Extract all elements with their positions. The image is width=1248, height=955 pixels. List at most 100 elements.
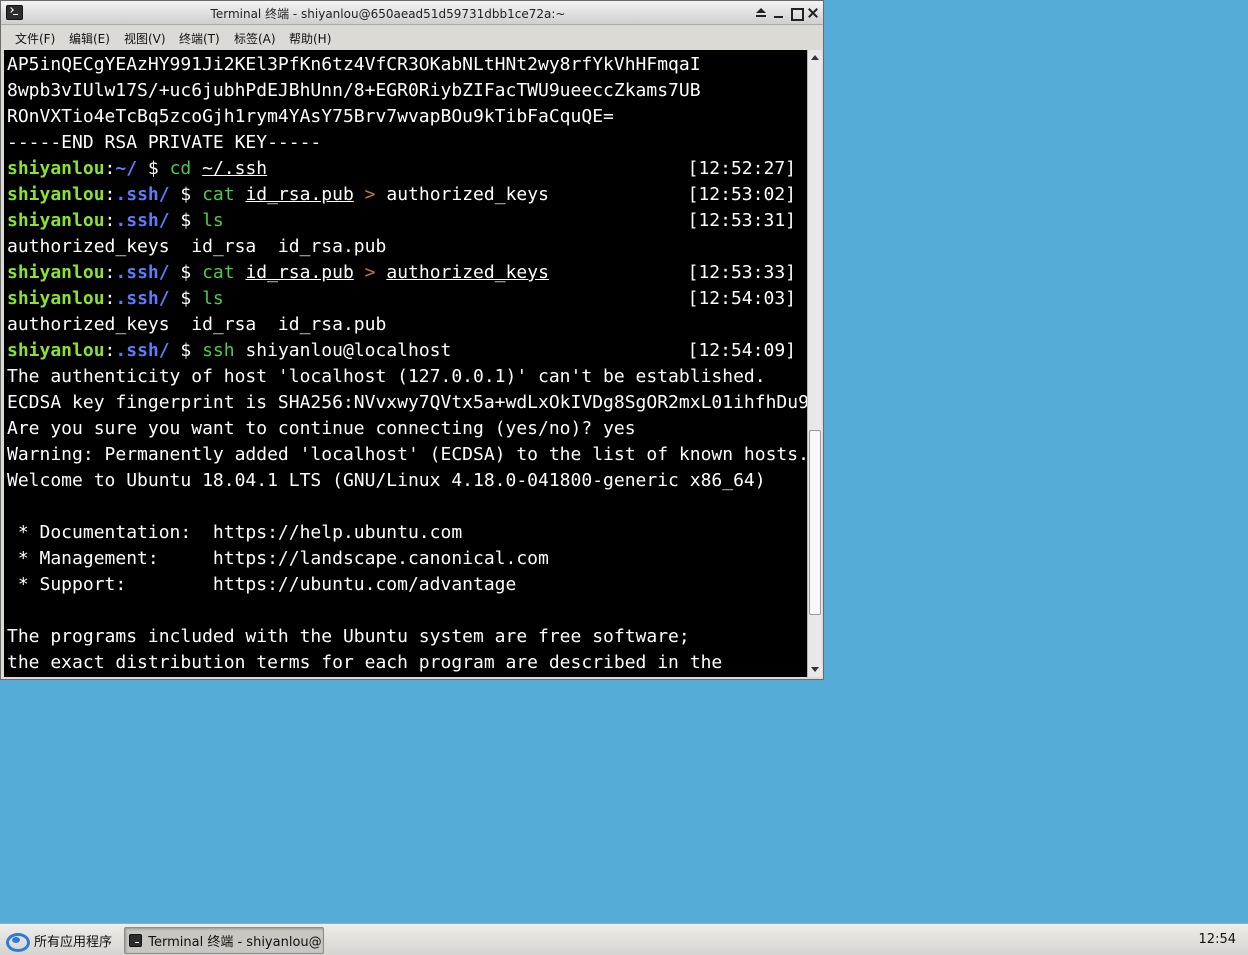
prompt-user: shiyanlou	[7, 210, 105, 231]
output-line: The programs included with the Ubuntu sy…	[7, 626, 690, 647]
output-line: The authenticity of host 'localhost (127…	[7, 366, 766, 387]
output-line: ROnVXTio4eTcBq5zcoGjh1rym4YAsY75Brv7wvap…	[7, 106, 614, 127]
prompt-dollar: $	[169, 340, 203, 361]
prompt-command: cd	[169, 158, 192, 179]
prompt-colon: :	[104, 158, 116, 179]
prompt-colon: :	[104, 184, 116, 205]
output-line: 8wpb3vIUlw17S/+uc6jubhPdEJBhUnn/8+EGR0Ri…	[7, 80, 701, 101]
prompt-dir: .ssh/	[115, 288, 170, 309]
applications-menu-label: 所有应用程序	[34, 934, 113, 950]
prompt-colon: :	[104, 288, 116, 309]
output-line: -----END RSA PRIVATE KEY-----	[7, 132, 322, 153]
output-line: ECDSA key fingerprint is SHA256:NVvxwy7Q…	[7, 392, 807, 413]
prompt-colon: :	[104, 340, 116, 361]
close-button[interactable]	[805, 5, 821, 21]
prompt-line: shiyanlou:.ssh/ $ ssh shiyanlou@localhos…	[7, 338, 451, 364]
taskbar: 所有应用程序 Terminal 终端 - shiyanlou@··· 12:54	[0, 923, 1248, 955]
menu-help[interactable]: 帮助(H)	[289, 30, 331, 47]
prompt-colon: :	[104, 262, 116, 283]
prompt-timestamp: [12:52:27]	[687, 158, 796, 179]
prompt-command: ls	[202, 288, 224, 309]
menu-tabs[interactable]: 标签(A)	[234, 30, 276, 47]
output-line: Warning: Permanently added 'localhost' (…	[7, 444, 807, 465]
output-line: Are you sure you want to continue connec…	[7, 418, 636, 439]
shade-button[interactable]	[753, 5, 769, 21]
taskbar-terminal-button[interactable]: Terminal 终端 - shiyanlou@···	[124, 927, 324, 954]
output-line: * Documentation: https://help.ubuntu.com	[7, 522, 463, 543]
maximize-button[interactable]	[788, 5, 804, 21]
prompt-dir: .ssh/	[115, 184, 170, 205]
scroll-down-arrow-icon[interactable]	[809, 663, 821, 675]
scrollbar-thumb[interactable]	[809, 430, 821, 615]
window-title: Terminal 终端 - shiyanlou@650aead51d59731d…	[210, 7, 566, 21]
prompt-line: shiyanlou:.ssh/ $ ls	[7, 208, 224, 234]
prompt-dollar: $	[169, 210, 203, 231]
minimize-button[interactable]	[771, 5, 787, 21]
prompt-timestamp: [12:54:03]	[687, 288, 796, 309]
prompt-line: shiyanlou:~/ $ cd ~/.ssh	[7, 156, 267, 182]
menu-bar: 文件(F) 编辑(E) 视图(V) 终端(T) 标签(A) 帮助(H)	[1, 26, 823, 48]
prompt-user: shiyanlou	[7, 184, 105, 205]
prompt-colon: :	[104, 210, 116, 231]
prompt-timestamp: [12:53:31]	[687, 210, 796, 231]
terminal-window[interactable]: Terminal 终端 - shiyanlou@650aead51d59731d…	[0, 0, 824, 680]
prompt-arg: id_rsa.pub	[245, 262, 354, 283]
scroll-up-arrow-icon[interactable]	[809, 52, 821, 64]
prompt-dir: .ssh/	[115, 210, 170, 231]
output-line: authorized_keys id_rsa id_rsa.pub	[7, 236, 387, 257]
prompt-arg: authorized_keys	[386, 262, 549, 283]
prompt-user: shiyanlou	[7, 288, 105, 309]
output-line: AP5inQECgYEAzHY991Ji2KEl3PfKn6tz4VfCR3OK…	[7, 54, 701, 75]
prompt-line: shiyanlou:.ssh/ $ cat id_rsa.pub > autho…	[7, 260, 549, 286]
prompt-user: shiyanlou	[7, 158, 105, 179]
prompt-arg: shiyanlou@localhost	[234, 340, 452, 361]
menu-edit[interactable]: 编辑(E)	[69, 30, 110, 47]
prompt-timestamp: [12:54:09]	[687, 340, 796, 361]
menu-file[interactable]: 文件(F)	[15, 30, 55, 47]
menu-terminal[interactable]: 终端(T)	[179, 30, 220, 47]
prompt-command: ls	[202, 210, 224, 231]
prompt-redirect: >	[364, 262, 376, 283]
prompt-dir: .ssh/	[115, 262, 170, 283]
prompt-user: shiyanlou	[7, 262, 105, 283]
prompt-timestamp: [12:53:02]	[687, 184, 796, 205]
output-line: Welcome to Ubuntu 18.04.1 LTS (GNU/Linux…	[7, 470, 766, 491]
prompt-dir: .ssh/	[115, 340, 170, 361]
menu-view[interactable]: 视图(V)	[124, 30, 166, 47]
prompt-dollar: $	[169, 184, 203, 205]
terminal-icon	[129, 934, 143, 947]
prompt-timestamp: [12:53:33]	[687, 262, 796, 283]
prompt-line: shiyanlou:.ssh/ $ cat id_rsa.pub > autho…	[7, 182, 549, 208]
output-line: the exact distribution terms for each pr…	[7, 652, 723, 673]
output-line: * Support: https://ubuntu.com/advantage	[7, 574, 517, 595]
prompt-arg: id_rsa.pub	[245, 184, 354, 205]
prompt-command: ssh	[202, 340, 235, 361]
prompt-redirect: >	[364, 184, 376, 205]
output-line: * Management: https://landscape.canonica…	[7, 548, 549, 569]
prompt-command: cat	[202, 262, 235, 283]
clock[interactable]: 12:54	[1199, 932, 1236, 947]
prompt-arg: ~/.ssh	[202, 158, 268, 179]
prompt-dollar: $	[169, 262, 203, 283]
output-line: authorized_keys id_rsa id_rsa.pub	[7, 314, 387, 335]
prompt-user: shiyanlou	[7, 340, 105, 361]
terminal-output[interactable]: AP5inQECgYEAzHY991Ji2KEl3PfKn6tz4VfCR3OK…	[4, 50, 807, 677]
prompt-dir: ~/	[115, 158, 138, 179]
prompt-dollar: $	[137, 158, 170, 179]
prompt-line: shiyanlou:.ssh/ $ ls	[7, 286, 224, 312]
prompt-command: cat	[202, 184, 235, 205]
applications-menu-icon	[4, 931, 30, 952]
vertical-scrollbar[interactable]	[807, 50, 822, 677]
applications-menu-button[interactable]: 所有应用程序	[4, 928, 112, 952]
title-bar[interactable]: Terminal 终端 - shiyanlou@650aead51d59731d…	[1, 1, 823, 25]
taskbar-task-label: Terminal 终端 - shiyanlou@···	[148, 935, 323, 950]
prompt-arg: authorized_keys	[386, 184, 549, 205]
terminal-app-icon[interactable]	[6, 5, 23, 20]
